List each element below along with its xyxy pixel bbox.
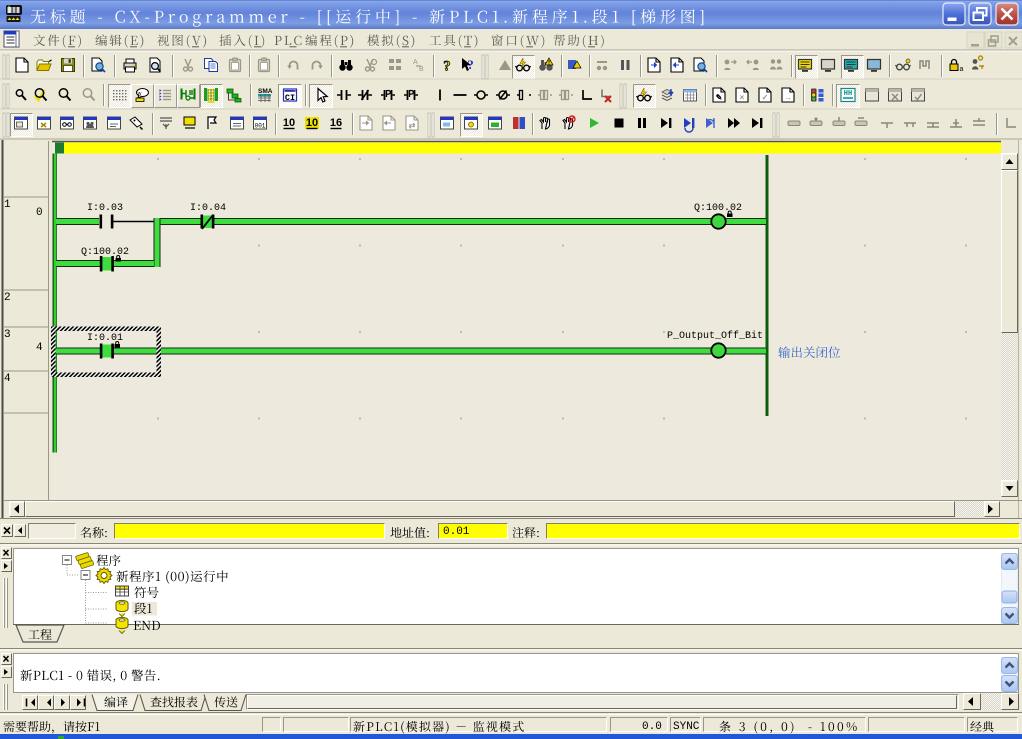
svg-text:16: 16 — [330, 117, 342, 129]
svg-text:✎: ✎ — [716, 93, 723, 102]
svg-text:?: ? — [443, 59, 451, 75]
svg-text:A: A — [413, 59, 418, 66]
svg-text:CI: CI — [285, 93, 295, 103]
svg-text:×: × — [740, 93, 745, 102]
svg-text:w: w — [138, 91, 142, 97]
svg-text:10: 10 — [283, 117, 295, 129]
svg-text:001: 001 — [255, 123, 266, 130]
svg-text:?: ? — [467, 57, 474, 72]
svg-text:B: B — [419, 66, 424, 73]
svg-text:→: → — [784, 93, 792, 102]
svg-text:a: a — [960, 66, 964, 73]
svg-text:10: 10 — [306, 117, 318, 129]
svg-text:!: ! — [548, 61, 550, 67]
svg-text:⇄: ⇄ — [409, 121, 416, 130]
svg-text:HH: HH — [844, 90, 852, 98]
svg-text:✓: ✓ — [762, 93, 769, 102]
svg-text:SMA: SMA — [258, 88, 273, 95]
